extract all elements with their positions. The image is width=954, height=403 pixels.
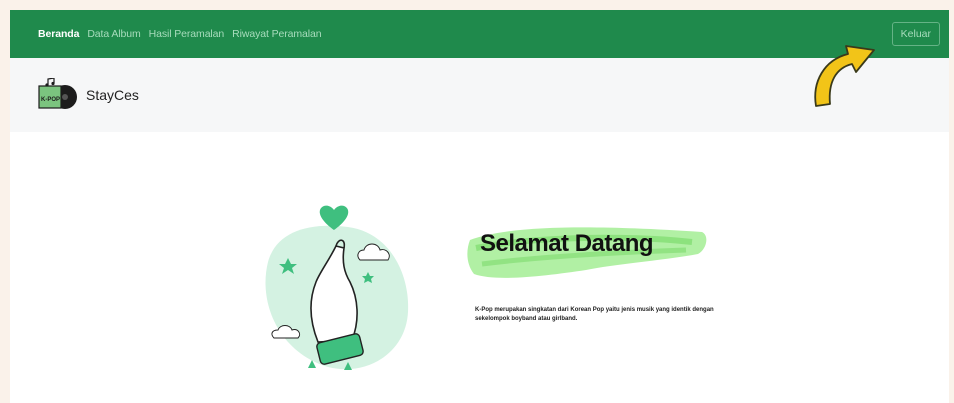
svg-text:K-POP: K-POP <box>41 97 60 103</box>
kpop-logo-icon[interactable]: K-POP <box>38 77 80 112</box>
logout-button[interactable]: Keluar <box>891 22 940 46</box>
welcome-highlight: Selamat Datang <box>466 220 716 290</box>
nav-link-hasil-peramalan[interactable]: Hasil Peramalan <box>149 28 225 40</box>
finger-heart-illustration-icon <box>248 202 418 382</box>
hero-section: Selamat Datang K-Pop merupakan singkatan… <box>10 132 949 403</box>
nav-links: Beranda Data Album Hasil Peramalan Riway… <box>38 28 322 40</box>
nav-link-data-album[interactable]: Data Album <box>87 28 140 40</box>
welcome-description: K-Pop merupakan singkatan dari Korean Po… <box>475 307 714 322</box>
nav-link-beranda[interactable]: Beranda <box>38 28 79 40</box>
page-frame: Beranda Data Album Hasil Peramalan Riway… <box>10 10 949 403</box>
nav-link-riwayat-peramalan[interactable]: Riwayat Peramalan <box>232 28 321 40</box>
page-title: Selamat Datang <box>480 230 654 257</box>
arrow-annotation-icon <box>800 32 886 112</box>
brand-name[interactable]: StayCes <box>86 87 139 103</box>
